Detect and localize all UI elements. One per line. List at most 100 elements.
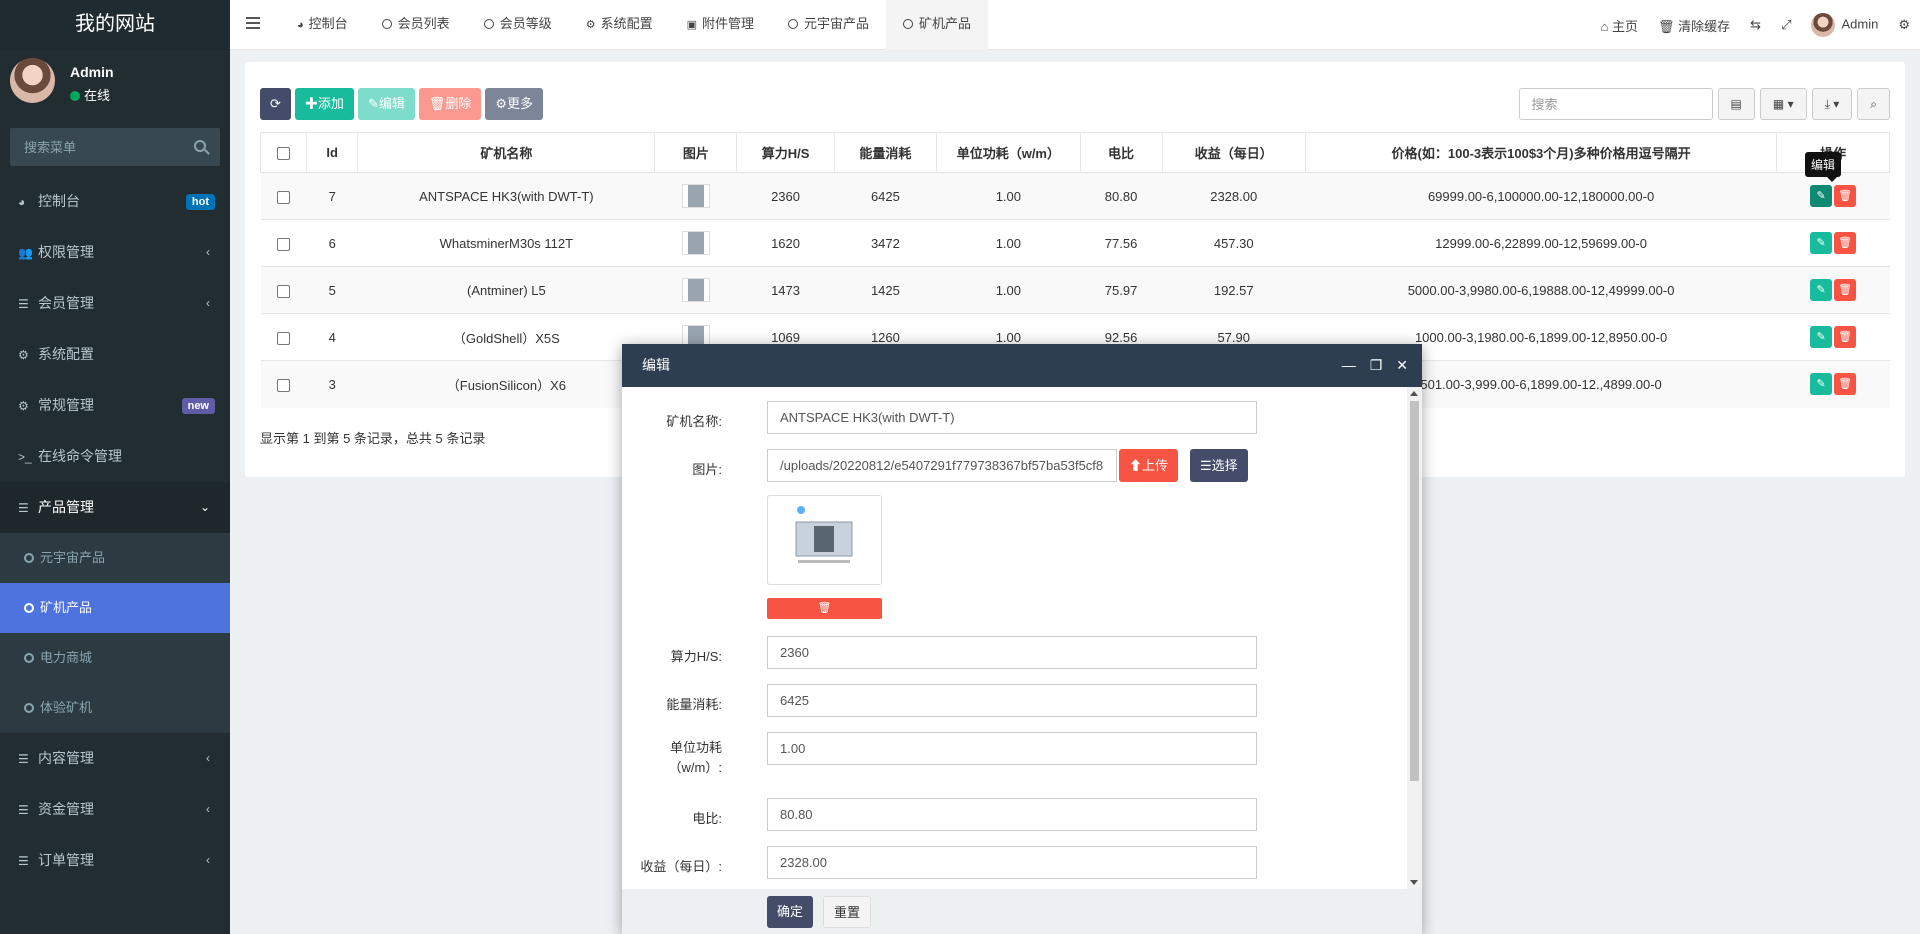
miner-thumbnail[interactable] xyxy=(681,231,710,255)
toggle-view-button[interactable]: ▤ xyxy=(1717,88,1755,120)
more-button[interactable]: ⚙更多 xyxy=(485,88,544,120)
tab-attachments[interactable]: ▣ 附件管理 xyxy=(670,0,771,50)
home-link[interactable]: ⌂ 主页 xyxy=(1591,16,1648,35)
table-search-input[interactable] xyxy=(1518,88,1713,120)
row-checkbox[interactable] xyxy=(277,378,291,392)
edit-button[interactable]: ✎编辑 xyxy=(357,88,415,120)
row-edit-button[interactable]: ✎ xyxy=(1810,185,1833,207)
row-delete-button[interactable]: 🗑 xyxy=(1834,232,1857,254)
sidebar-sub-item-metaverse[interactable]: 元宇宙产品 xyxy=(0,533,230,583)
minimize-icon[interactable]: — xyxy=(1342,344,1356,387)
sidebar-item-label: 系统配置 xyxy=(38,346,94,362)
miner-thumbnail[interactable] xyxy=(681,278,710,302)
admin-user-menu[interactable]: Admin xyxy=(1801,13,1888,37)
table-header-row: Id 矿机名称 图片 算力H/S 能量消耗 单位功耗（w/m） 电比 收益（每日… xyxy=(259,132,1890,173)
refresh-button[interactable]: ⟳ xyxy=(260,88,291,120)
maximize-icon[interactable]: ❐ xyxy=(1370,344,1383,387)
choose-button[interactable]: ☰选择 xyxy=(1190,449,1248,482)
confirm-button[interactable]: 确定 xyxy=(767,896,814,928)
sidebar-item-online-command[interactable]: >_ 在线命令管理 xyxy=(0,431,230,482)
clear-cache-link[interactable]: 🗑 清除缓存 xyxy=(1648,16,1740,35)
col-name[interactable]: 矿机名称 xyxy=(357,132,656,173)
ratio-input[interactable] xyxy=(767,798,1257,831)
image-delete-button[interactable]: 🗑 xyxy=(767,598,882,619)
image-path-input[interactable] xyxy=(767,449,1117,482)
row-edit-button[interactable]: ✎ xyxy=(1810,279,1833,301)
close-icon[interactable]: ✕ xyxy=(1396,344,1408,387)
search-icon[interactable] xyxy=(194,140,206,152)
tab-dashboard[interactable]: ◕ 控制台 xyxy=(280,0,365,50)
row-delete-button[interactable]: 🗑 xyxy=(1834,373,1857,396)
edit-tooltip: 编辑 xyxy=(1805,152,1842,182)
more-label: 更多 xyxy=(507,96,534,111)
modal-title: 编辑 xyxy=(642,357,670,373)
list-icon: ☰ xyxy=(1200,458,1212,473)
name-input[interactable] xyxy=(767,401,1257,434)
row-delete-button[interactable]: 🗑 xyxy=(1834,279,1857,301)
search-button[interactable]: ⌕ xyxy=(1857,88,1890,120)
scroll-up-arrow-icon[interactable] xyxy=(1410,391,1418,396)
sidebar-item-content[interactable]: ☰ 内容管理 ‹ xyxy=(0,733,230,784)
tab-metaverse-products[interactable]: 元宇宙产品 xyxy=(771,0,886,50)
sidebar-item-permissions[interactable]: 👥 权限管理 ‹ xyxy=(0,227,230,278)
sidebar-item-members[interactable]: ☰ 会员管理 ‹ xyxy=(0,278,230,329)
hash-input[interactable] xyxy=(767,636,1257,669)
energy-input[interactable] xyxy=(767,684,1257,717)
col-price[interactable]: 价格(如：100-3表示100$3个月)多种价格用逗号隔开 xyxy=(1304,132,1778,173)
circle-icon xyxy=(788,19,799,29)
col-unit-power[interactable]: 单位功耗（w/m） xyxy=(936,132,1081,173)
cogs-icon[interactable]: ⚙ xyxy=(1888,17,1920,33)
modal-scrollbar[interactable] xyxy=(1407,387,1422,889)
income-input[interactable] xyxy=(767,846,1257,879)
cell-hash: 1620 xyxy=(736,219,835,267)
row-checkbox[interactable] xyxy=(277,284,291,298)
sidebar-item-general[interactable]: ⚙ 常规管理 new xyxy=(0,380,230,431)
col-ratio[interactable]: 电比 xyxy=(1079,132,1163,173)
sidebar-search-input[interactable] xyxy=(10,128,190,166)
delete-button[interactable]: 🗑删除 xyxy=(418,88,482,120)
add-button[interactable]: ✚添加 xyxy=(294,88,354,120)
tab-member-list[interactable]: 会员列表 xyxy=(365,0,467,50)
fullscreen-icon[interactable]: ⤢ xyxy=(1771,17,1801,33)
col-energy[interactable]: 能量消耗 xyxy=(833,132,938,173)
row-checkbox[interactable] xyxy=(277,190,291,204)
row-edit-button[interactable]: ✎ xyxy=(1810,373,1833,396)
row-checkbox[interactable] xyxy=(277,331,291,345)
col-hash[interactable]: 算力H/S xyxy=(736,132,835,173)
tab-system-config[interactable]: ⚙ 系统配置 xyxy=(569,0,670,50)
col-income[interactable]: 收益（每日） xyxy=(1161,132,1306,173)
tab-member-level[interactable]: 会员等级 xyxy=(467,0,569,50)
sidebar-item-orders[interactable]: ☰ 订单管理 ‹ xyxy=(0,835,230,886)
sidebar-sub-item-trial-miner[interactable]: 体验矿机 xyxy=(0,683,230,733)
sidebar-item-funds[interactable]: ☰ 资金管理 ‹ xyxy=(0,784,230,835)
scroll-thumb[interactable] xyxy=(1410,401,1419,781)
sidebar-sub-item-power-mall[interactable]: 电力商城 xyxy=(0,633,230,683)
miner-thumbnail[interactable] xyxy=(681,184,710,208)
tab-miner-products[interactable]: 矿机产品 xyxy=(886,0,989,50)
user-name: Admin xyxy=(70,64,114,80)
cell-id: 3 xyxy=(306,360,358,408)
menu-toggle-icon[interactable] xyxy=(246,17,260,29)
sidebar-item-system-config[interactable]: ⚙ 系统配置 xyxy=(0,329,230,380)
row-edit-button[interactable]: ✎ xyxy=(1810,326,1833,348)
reset-button[interactable]: 重置 xyxy=(823,896,872,928)
image-preview[interactable] xyxy=(767,495,882,585)
row-edit-button[interactable]: ✎ xyxy=(1810,232,1833,254)
sidebar-item-products[interactable]: ☰ 产品管理 ⌄ xyxy=(0,482,230,533)
select-all-checkbox[interactable] xyxy=(277,147,291,161)
unit-input[interactable] xyxy=(767,732,1257,765)
scroll-down-arrow-icon[interactable] xyxy=(1410,880,1418,885)
row-delete-button[interactable]: 🗑 xyxy=(1834,326,1857,348)
cell-ratio: 77.56 xyxy=(1080,219,1163,267)
language-icon[interactable]: ⇆ xyxy=(1740,17,1771,33)
col-id[interactable]: Id xyxy=(306,132,359,173)
row-checkbox[interactable] xyxy=(277,237,291,251)
upload-button[interactable]: ⬆上传 xyxy=(1119,449,1179,482)
sidebar-item-dashboard[interactable]: ◕ 控制台 hot xyxy=(0,176,230,227)
col-image[interactable]: 图片 xyxy=(654,132,738,173)
site-logo[interactable]: 我的网站 xyxy=(0,0,230,50)
export-dropdown-button[interactable]: ⤓ ▾ xyxy=(1811,88,1853,120)
columns-dropdown-button[interactable]: ▦ ▾ xyxy=(1759,88,1807,120)
sidebar-sub-item-miners[interactable]: 矿机产品 xyxy=(0,583,230,633)
row-delete-button[interactable]: 🗑 xyxy=(1834,185,1857,207)
